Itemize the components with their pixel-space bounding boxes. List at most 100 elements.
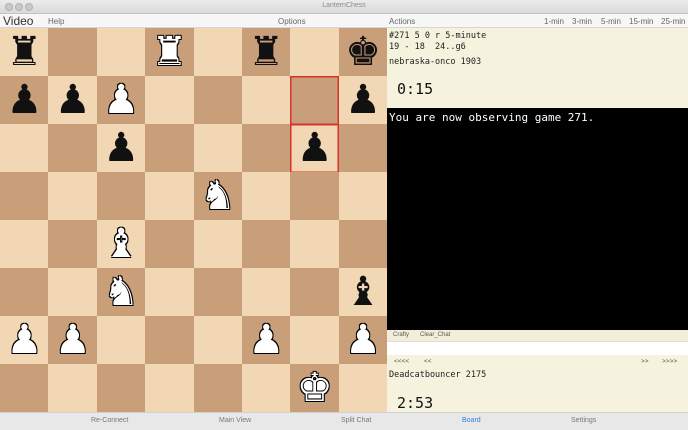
- square-a5[interactable]: [0, 172, 49, 221]
- black-rook-icon[interactable]: ♜: [248, 32, 284, 72]
- black-pawn-icon[interactable]: ♟: [345, 80, 381, 120]
- square-d2[interactable]: [145, 316, 194, 365]
- square-d5[interactable]: [145, 172, 194, 221]
- white-knight-icon[interactable]: ♞: [103, 272, 139, 312]
- chat-tab-crafty[interactable]: Crafty: [393, 332, 409, 338]
- square-f2[interactable]: ♟: [241, 316, 291, 365]
- square-c2[interactable]: [96, 316, 146, 365]
- square-g2[interactable]: [290, 316, 340, 365]
- white-pawn-icon[interactable]: ♟: [248, 320, 284, 360]
- square-g1[interactable]: ♚: [290, 364, 340, 413]
- square-b2[interactable]: ♟: [48, 316, 98, 365]
- tab-board[interactable]: Board: [462, 417, 481, 424]
- black-rook-icon[interactable]: ♜: [7, 32, 43, 72]
- time-button-5min[interactable]: 5-min: [601, 17, 621, 26]
- time-button-3min[interactable]: 3-min: [572, 17, 592, 26]
- black-pawn-icon[interactable]: ♟: [103, 128, 139, 168]
- white-knight-icon[interactable]: ♞: [200, 176, 236, 216]
- square-a1[interactable]: [0, 364, 49, 413]
- square-c1[interactable]: [96, 364, 146, 413]
- square-f5[interactable]: [241, 172, 291, 221]
- white-pawn-icon[interactable]: ♟: [55, 320, 91, 360]
- chess-board[interactable]: ♜ ♜ ♜ ♚ ♟ ♟ ♟ ♟ ♟ ♟ ♞ ♝ ♞ ♝ ♟ ♟ ♟ ♟ ♚: [0, 28, 388, 413]
- white-rook-icon[interactable]: ♜: [152, 32, 188, 72]
- square-h7[interactable]: ♟: [338, 76, 388, 125]
- square-e5[interactable]: ♞: [193, 172, 243, 221]
- square-f8[interactable]: ♜: [241, 28, 291, 77]
- menu-video[interactable]: Video: [3, 14, 33, 28]
- nav-back-button[interactable]: <<: [424, 358, 432, 365]
- square-c6[interactable]: ♟: [96, 124, 146, 173]
- square-e2[interactable]: [193, 316, 243, 365]
- square-f3[interactable]: [241, 268, 291, 317]
- square-b6[interactable]: [48, 124, 98, 173]
- square-d8[interactable]: ♜: [145, 28, 194, 77]
- white-bishop-icon[interactable]: ♝: [103, 224, 139, 264]
- square-d7[interactable]: [145, 76, 194, 125]
- square-b7[interactable]: ♟: [48, 76, 98, 125]
- square-h2[interactable]: ♟: [338, 316, 388, 365]
- black-pawn-icon[interactable]: ♟: [55, 80, 91, 120]
- white-pawn-icon[interactable]: ♟: [345, 320, 381, 360]
- black-king-icon[interactable]: ♚: [345, 32, 381, 72]
- tab-reconnect[interactable]: Re-Connect: [91, 417, 128, 424]
- square-c7[interactable]: ♟: [96, 76, 146, 125]
- black-pawn-icon[interactable]: ♟: [297, 128, 333, 168]
- square-e8[interactable]: [193, 28, 243, 77]
- square-f1[interactable]: [241, 364, 291, 413]
- white-pawn-icon[interactable]: ♟: [103, 80, 139, 120]
- square-g6[interactable]: ♟: [290, 124, 340, 173]
- square-b4[interactable]: [48, 220, 98, 269]
- square-d3[interactable]: [145, 268, 194, 317]
- nav-first-button[interactable]: <<<<: [394, 358, 409, 365]
- tab-main-view[interactable]: Main View: [219, 417, 251, 424]
- square-e4[interactable]: [193, 220, 243, 269]
- square-e3[interactable]: [193, 268, 243, 317]
- square-e6[interactable]: [193, 124, 243, 173]
- square-a3[interactable]: [0, 268, 49, 317]
- white-king-icon[interactable]: ♚: [297, 368, 333, 408]
- square-h8[interactable]: ♚: [338, 28, 388, 77]
- square-a2[interactable]: ♟: [0, 316, 49, 365]
- square-h6[interactable]: [338, 124, 388, 173]
- square-b8[interactable]: [48, 28, 98, 77]
- square-e1[interactable]: [193, 364, 243, 413]
- square-g5[interactable]: [290, 172, 340, 221]
- square-d4[interactable]: [145, 220, 194, 269]
- square-h5[interactable]: [338, 172, 388, 221]
- square-b5[interactable]: [48, 172, 98, 221]
- square-c4[interactable]: ♝: [96, 220, 146, 269]
- square-d6[interactable]: [145, 124, 194, 173]
- square-a7[interactable]: ♟: [0, 76, 49, 125]
- tab-settings[interactable]: Settings: [571, 417, 596, 424]
- square-c5[interactable]: [96, 172, 146, 221]
- chat-tab-clear-chat[interactable]: Clear_Chat: [420, 332, 450, 338]
- square-h1[interactable]: [338, 364, 388, 413]
- square-g4[interactable]: [290, 220, 340, 269]
- nav-last-button[interactable]: >>>>: [662, 358, 677, 365]
- square-g8[interactable]: [290, 28, 340, 77]
- time-button-15min[interactable]: 15-min: [629, 17, 653, 26]
- square-f7[interactable]: [241, 76, 291, 125]
- square-g3[interactable]: [290, 268, 340, 317]
- menu-actions[interactable]: Actions: [389, 17, 415, 26]
- square-h3[interactable]: ♝: [338, 268, 388, 317]
- chat-input[interactable]: [387, 342, 688, 355]
- square-a4[interactable]: [0, 220, 49, 269]
- square-e7[interactable]: [193, 76, 243, 125]
- nav-forward-button[interactable]: >>: [641, 358, 649, 365]
- square-b3[interactable]: [48, 268, 98, 317]
- menu-help[interactable]: Help: [48, 17, 64, 26]
- time-button-1min[interactable]: 1-min: [544, 17, 564, 26]
- menu-options[interactable]: Options: [278, 17, 306, 26]
- black-bishop-icon[interactable]: ♝: [345, 272, 381, 312]
- white-pawn-icon[interactable]: ♟: [7, 320, 43, 360]
- square-b1[interactable]: [48, 364, 98, 413]
- square-c3[interactable]: ♞: [96, 268, 146, 317]
- square-c8[interactable]: [96, 28, 146, 77]
- square-a8[interactable]: ♜: [0, 28, 49, 77]
- square-f4[interactable]: [241, 220, 291, 269]
- time-button-25min[interactable]: 25-min: [661, 17, 685, 26]
- square-h4[interactable]: [338, 220, 388, 269]
- black-pawn-icon[interactable]: ♟: [7, 80, 43, 120]
